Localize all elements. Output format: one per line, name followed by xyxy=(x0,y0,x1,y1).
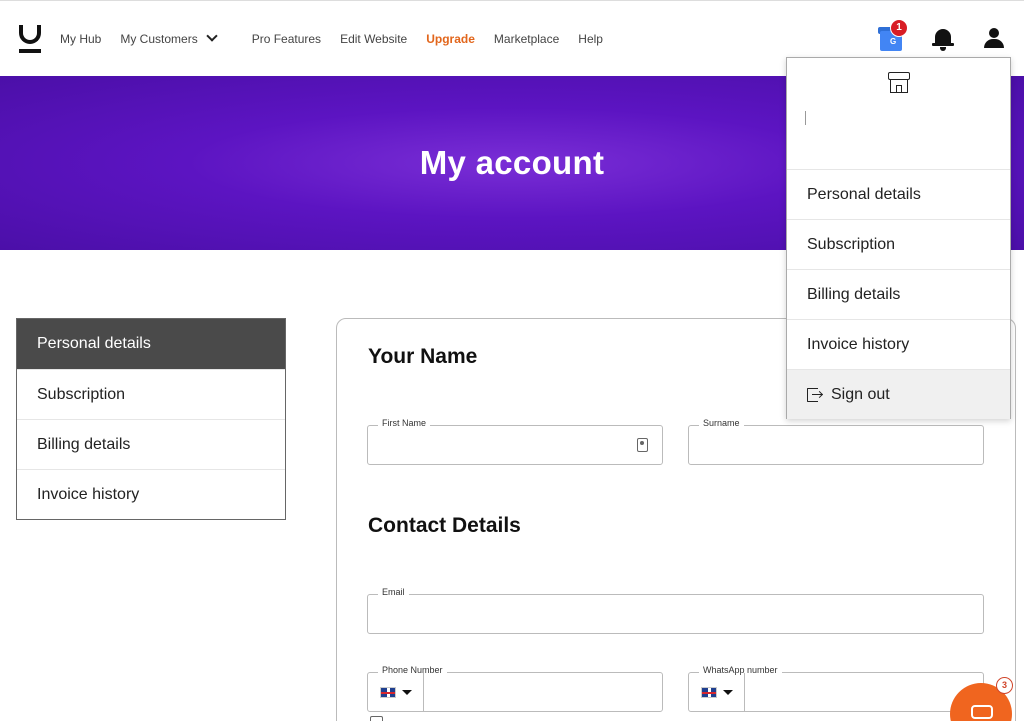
main-nav: My Hub My Customers Pro Features Edit We… xyxy=(60,1,622,77)
nav-pro-features[interactable]: Pro Features xyxy=(252,32,321,46)
whatsapp-number-field[interactable]: WhatsApp number xyxy=(688,665,984,712)
side-menu-billing-details[interactable]: Billing details xyxy=(17,419,285,469)
text-cursor xyxy=(805,111,806,125)
surname-field[interactable]: Surname xyxy=(688,418,984,465)
caret-down-icon xyxy=(722,689,733,695)
nav-upgrade[interactable]: Upgrade xyxy=(426,32,475,46)
google-business-letter: G xyxy=(890,37,897,46)
nav-my-customers-label: My Customers xyxy=(120,32,198,46)
same-number-checkbox[interactable] xyxy=(370,716,383,721)
first-name-field[interactable]: First Name xyxy=(367,418,663,465)
dropdown-subscription[interactable]: Subscription xyxy=(787,219,1010,269)
email-field[interactable]: Email xyxy=(367,587,984,634)
email-label: Email xyxy=(378,587,409,597)
sign-out-icon xyxy=(807,387,824,403)
surname-label: Surname xyxy=(699,418,744,428)
chevron-down-icon xyxy=(206,30,218,42)
account-side-menu: Personal details Subscription Billing de… xyxy=(16,318,286,520)
sign-out-button[interactable]: Sign out xyxy=(787,369,1010,419)
your-name-heading: Your Name xyxy=(368,345,478,368)
dropdown-invoice-history[interactable]: Invoice history xyxy=(787,319,1010,369)
page-title: My account xyxy=(419,144,605,181)
chat-bubble-icon xyxy=(971,705,993,719)
chat-unread-badge: 3 xyxy=(996,677,1013,694)
phone-country-select[interactable] xyxy=(368,673,424,711)
user-account-icon[interactable] xyxy=(984,28,1004,48)
side-menu-invoice-history[interactable]: Invoice history xyxy=(17,469,285,519)
nav-my-customers[interactable]: My Customers xyxy=(120,30,218,46)
dropdown-personal-details[interactable]: Personal details xyxy=(787,169,1010,219)
side-menu-personal-details[interactable]: Personal details xyxy=(17,319,285,369)
phone-number-field[interactable]: Phone Number xyxy=(367,665,663,712)
caret-down-icon xyxy=(401,689,412,695)
uk-flag-icon xyxy=(700,686,717,698)
nav-help[interactable]: Help xyxy=(578,32,603,46)
notification-count-badge: 1 xyxy=(890,19,908,37)
brand-logo-icon[interactable] xyxy=(19,25,43,55)
account-dropdown-menu: Personal details Subscription Billing de… xyxy=(786,57,1011,419)
sign-out-label: Sign out xyxy=(831,385,890,403)
nav-marketplace[interactable]: Marketplace xyxy=(494,32,559,46)
storefront-icon xyxy=(888,72,910,94)
uk-flag-icon xyxy=(379,686,396,698)
nav-my-hub[interactable]: My Hub xyxy=(60,32,101,46)
side-menu-subscription[interactable]: Subscription xyxy=(17,369,285,419)
contact-details-heading: Contact Details xyxy=(368,514,521,537)
dropdown-billing-details[interactable]: Billing details xyxy=(787,269,1010,319)
whatsapp-country-select[interactable] xyxy=(689,673,745,711)
bell-icon[interactable] xyxy=(932,27,954,51)
first-name-label: First Name xyxy=(378,418,431,428)
contact-card-icon xyxy=(637,438,648,452)
nav-edit-website[interactable]: Edit Website xyxy=(340,32,407,46)
